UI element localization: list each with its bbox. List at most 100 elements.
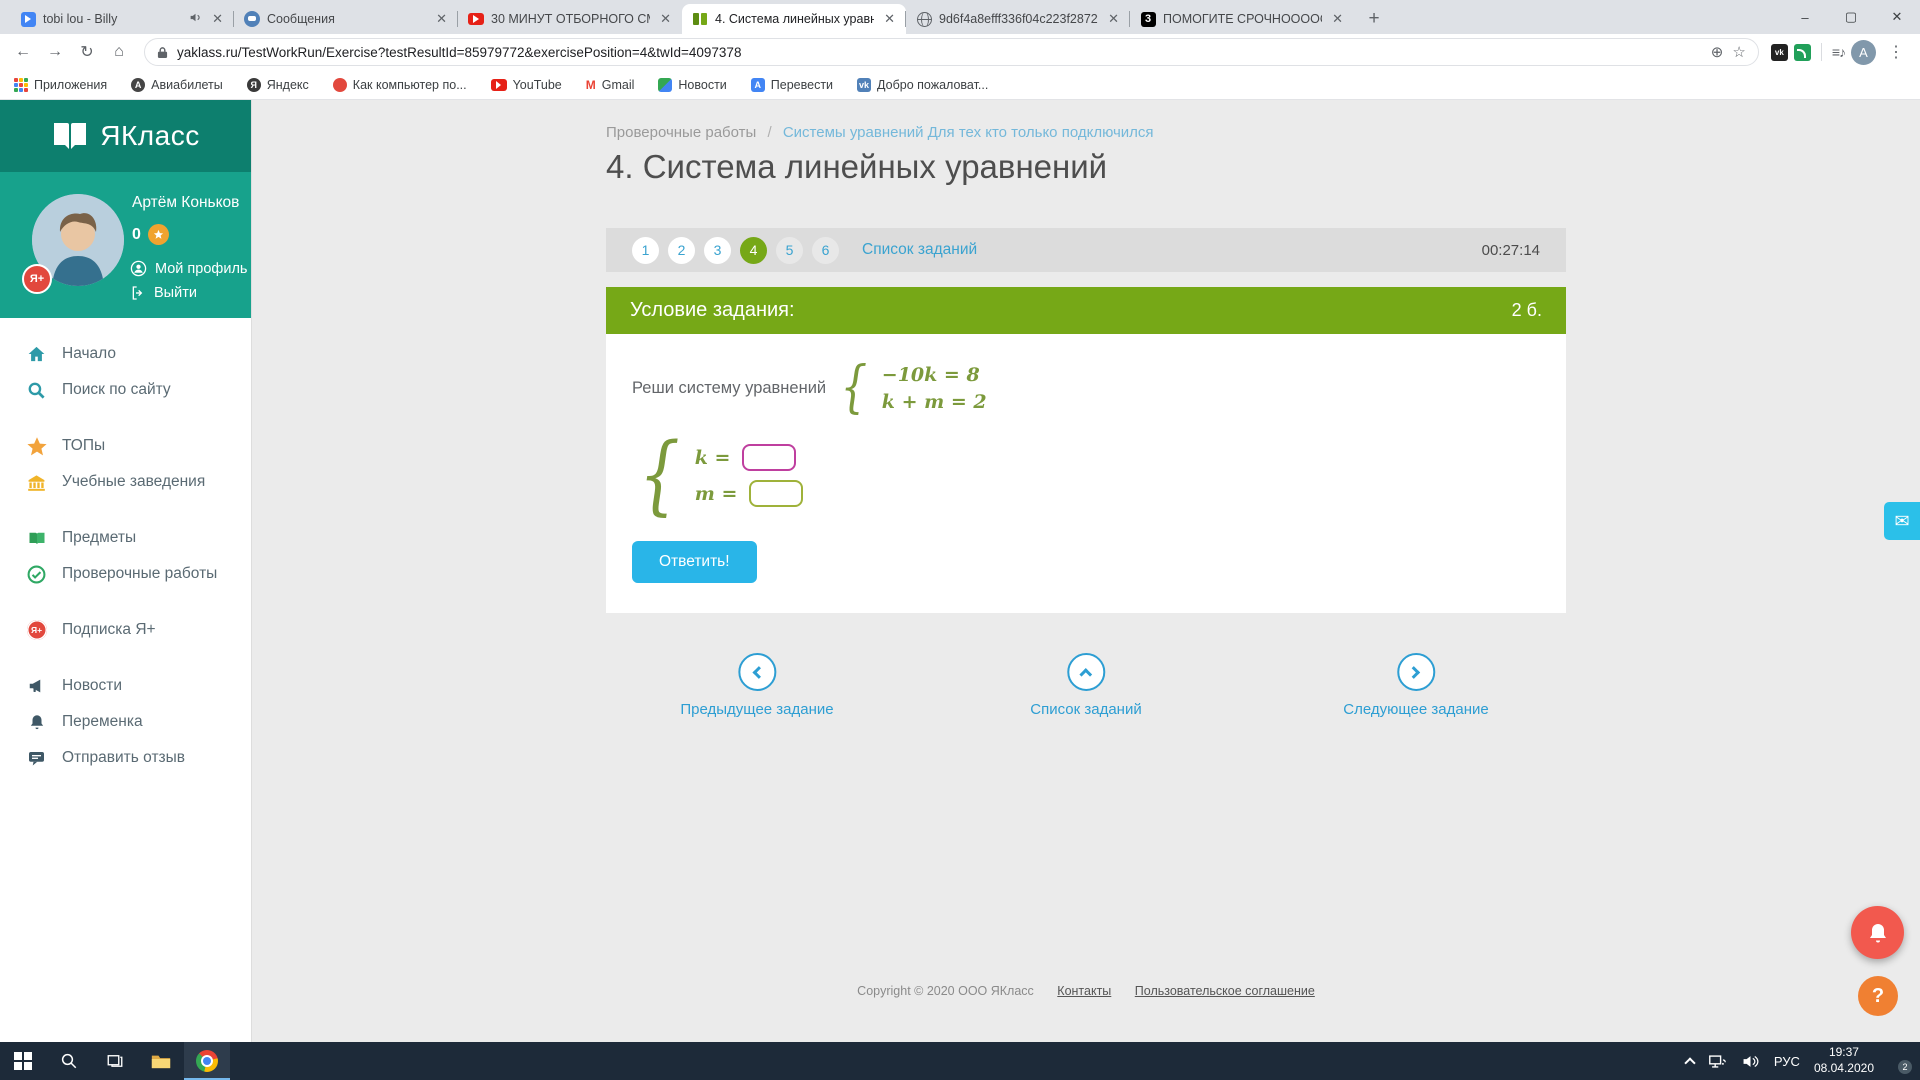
sidebar-item-feedback[interactable]: Отправить отзыв <box>0 740 251 776</box>
action-center-button[interactable]: 2 <box>1888 1051 1912 1074</box>
start-button[interactable] <box>0 1042 46 1080</box>
sidebar-item-tops[interactable]: ТОПы <box>0 428 251 464</box>
breadcrumb-current[interactable]: Системы уравнений Для тех кто только под… <box>783 124 1154 141</box>
browser-menu-icon[interactable]: ⋮ <box>1882 42 1910 62</box>
contacts-link[interactable]: Контакты <box>1057 984 1111 998</box>
exercise-number-4-active[interactable]: 4 <box>740 236 767 264</box>
close-icon[interactable]: ✕ <box>657 11 674 27</box>
task-view-icon <box>107 1055 123 1067</box>
search-icon <box>26 381 47 400</box>
chevron-left-icon[interactable] <box>738 653 776 691</box>
sidebar-item-break[interactable]: Переменка <box>0 704 251 740</box>
tab-youtube-video[interactable]: 30 МИНУТ ОТБОРНОГО СМЕХА ✕ <box>457 4 682 34</box>
bookmark-star-icon[interactable]: ☆ <box>1732 43 1745 61</box>
vk-extension-icon[interactable]: vk <box>1770 43 1788 61</box>
yaklass-logo[interactable]: ЯКласс <box>0 100 251 172</box>
logout-link[interactable]: Выйти <box>130 285 197 301</box>
forward-button[interactable]: → <box>42 39 68 65</box>
bookmark-novosti[interactable]: Новости <box>658 77 727 92</box>
zoom-icon[interactable]: ⊕ <box>1711 43 1724 61</box>
sidebar-item-subjects[interactable]: Предметы <box>0 520 251 556</box>
task-list-label[interactable]: Список заданий <box>1030 701 1141 718</box>
taskbar-search-button[interactable] <box>46 1042 92 1080</box>
previous-task-label[interactable]: Предыдущее задание <box>680 701 833 718</box>
close-icon[interactable]: ✕ <box>209 11 226 27</box>
answer-input-k[interactable] <box>742 444 797 472</box>
exercise-number-6[interactable]: 6 <box>812 236 839 264</box>
exercise-number-2[interactable]: 2 <box>668 236 695 264</box>
exercise-number-3[interactable]: 3 <box>704 236 731 264</box>
submit-answer-button[interactable]: Ответить! <box>632 540 757 583</box>
bookmark-vk[interactable]: vk Добро пожаловат... <box>857 77 988 92</box>
bookmark-aviabilety[interactable]: A Авиабилеты <box>131 77 223 92</box>
close-icon[interactable]: ✕ <box>433 11 450 27</box>
bookmark-gmail[interactable]: M Gmail <box>586 78 635 92</box>
volume-icon[interactable] <box>1741 1053 1760 1070</box>
bookmark-apps[interactable]: Приложения <box>14 77 107 92</box>
next-task[interactable]: Следующее задание <box>1343 653 1489 718</box>
breadcrumb-parent[interactable]: Проверочные работы <box>606 124 756 141</box>
sidebar-item-subscription[interactable]: Я+ Подписка Я+ <box>0 612 251 648</box>
close-window-button[interactable]: ✕ <box>1874 0 1920 34</box>
minimize-button[interactable]: – <box>1782 0 1828 34</box>
playlist-extension-icon[interactable]: ≡♪ <box>1832 44 1846 60</box>
sidebar-item-label: Предметы <box>62 529 137 546</box>
previous-task[interactable]: Предыдущее задание <box>680 653 834 718</box>
envelope-icon[interactable]: ✉ <box>1884 502 1920 540</box>
back-button[interactable]: ← <box>10 39 36 65</box>
sidebar-item-label: Подписка Я+ <box>62 621 156 638</box>
answer-input-m[interactable] <box>749 480 804 508</box>
help-button[interactable]: ? <box>1858 976 1898 1016</box>
close-icon[interactable]: ✕ <box>1105 11 1122 27</box>
tab-audio-icon[interactable] <box>189 11 202 27</box>
home-button[interactable]: ⌂ <box>106 39 132 65</box>
bookmark-label: Авиабилеты <box>151 77 223 92</box>
exercise-number-5[interactable]: 5 <box>776 236 803 264</box>
sidebar-item-home[interactable]: Начало <box>0 336 251 372</box>
answer-label-m: m = <box>694 482 738 505</box>
sidebar-item-search[interactable]: Поиск по сайту <box>0 372 251 408</box>
notification-bell-button[interactable] <box>1851 906 1904 959</box>
bookmark-youtube[interactable]: YouTube <box>490 77 562 93</box>
new-tab-button[interactable]: + <box>1360 5 1388 33</box>
tab-tobi-lou[interactable]: tobi lou - Billy ✕ <box>10 4 234 34</box>
bookmark-perevesti[interactable]: A Перевести <box>750 77 833 92</box>
sidebar-item-schools[interactable]: Учебные заведения <box>0 464 251 500</box>
tab-znanija[interactable]: 3 ПОМОГИТЕ СРОЧНООООООООО ✕ <box>1129 4 1354 34</box>
close-icon[interactable]: ✕ <box>881 11 898 27</box>
tab-hash[interactable]: 9d6f4a8efff336f04c223f2872f8bb ✕ <box>905 4 1130 34</box>
reload-button[interactable]: ↻ <box>74 39 100 65</box>
file-explorer-button[interactable] <box>138 1042 184 1080</box>
maximize-button[interactable]: ▢ <box>1828 0 1874 34</box>
profile-link[interactable]: Мой профиль <box>130 260 247 277</box>
address-bar[interactable]: yaklass.ru/TestWorkRun/Exercise?testResu… <box>144 38 1759 66</box>
sidebar-item-news[interactable]: Новости <box>0 668 251 704</box>
tab-title: ПОМОГИТЕ СРОЧНООООООООО <box>1163 12 1322 26</box>
chevron-right-icon[interactable] <box>1396 653 1435 691</box>
tray-expand-icon[interactable] <box>1684 1056 1696 1069</box>
cast-extension-icon[interactable] <box>1793 43 1811 61</box>
chrome-taskbar-button[interactable] <box>184 1042 230 1080</box>
task-list[interactable]: Список заданий <box>1030 653 1142 718</box>
url-text[interactable]: yaklass.ru/TestWorkRun/Exercise?testResu… <box>177 45 1702 60</box>
equation-system: −10k = 8 k + m = 2 <box>882 362 987 415</box>
agreement-link[interactable]: Пользовательское соглашение <box>1135 984 1315 998</box>
next-task-label[interactable]: Следующее задание <box>1343 701 1488 718</box>
ya-plus-badge: Я+ <box>22 264 52 294</box>
sidebar-item-tests[interactable]: Проверочные работы <box>0 556 251 592</box>
clock[interactable]: 19:37 08.04.2020 <box>1814 1045 1874 1076</box>
gmail-icon: M <box>585 77 596 92</box>
exercise-number-1[interactable]: 1 <box>632 236 659 264</box>
browser-avatar[interactable]: A <box>1851 39 1876 65</box>
task-list-link[interactable]: Список заданий <box>862 241 977 259</box>
language-indicator[interactable]: РУС <box>1774 1054 1800 1069</box>
close-icon[interactable]: ✕ <box>1329 11 1346 27</box>
answer-brace: { <box>638 425 680 526</box>
task-view-button[interactable] <box>92 1042 138 1080</box>
bookmark-yandex[interactable]: Я Яндекс <box>246 77 309 92</box>
tab-messages[interactable]: Сообщения ✕ <box>233 4 458 34</box>
chevron-up-icon[interactable] <box>1067 653 1105 691</box>
network-icon[interactable] <box>1708 1053 1727 1070</box>
tab-yaklass-active[interactable]: 4. Система линейных уравнени ✕ <box>682 4 906 34</box>
bookmark-kak-komputer[interactable]: Как компьютер по... <box>332 77 467 92</box>
